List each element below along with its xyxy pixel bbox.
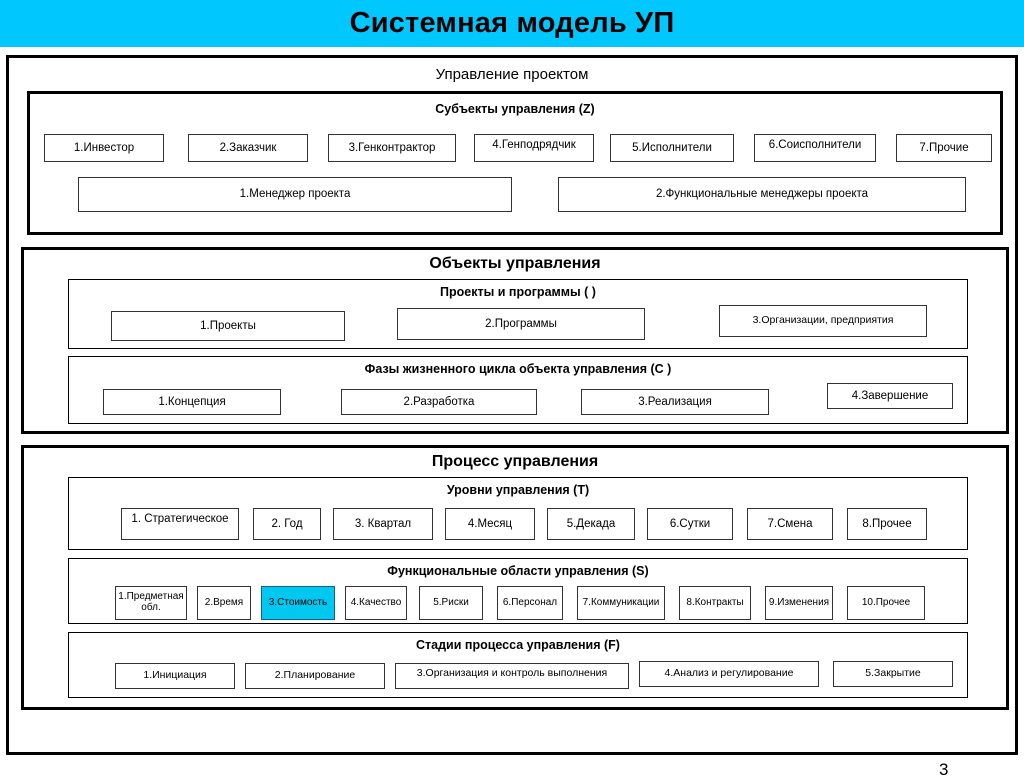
section-subjects-title: Субъекты управления (Z) xyxy=(435,102,595,116)
section-process-title: Процесс управления xyxy=(431,453,599,470)
phase-box-concept[interactable]: 1.Концепция xyxy=(103,389,281,415)
frame-title: Управление проектом xyxy=(435,66,589,83)
panel-management-levels: Уровни управления (Т) 1. Стратегическое … xyxy=(68,477,968,550)
area-box-communications[interactable]: 7.Коммуникации xyxy=(577,586,665,620)
level-box-year[interactable]: 2. Год xyxy=(253,508,321,540)
level-box-shift[interactable]: 7.Смена xyxy=(747,508,833,540)
level-box-quarter[interactable]: 3. Квартал xyxy=(333,508,433,540)
object-box-programs[interactable]: 2.Программы xyxy=(397,308,645,340)
subject-box-performers[interactable]: 5.Исполнители xyxy=(610,134,734,162)
section-objects: Объекты управления Проекты и программы (… xyxy=(21,247,1009,434)
object-box-organizations[interactable]: 3.Организации, предприятия xyxy=(719,305,927,337)
phase-box-development[interactable]: 2.Разработка xyxy=(341,389,537,415)
stage-box-organization-control[interactable]: 3.Организация и контроль выполнения xyxy=(395,663,629,689)
area-box-risks[interactable]: 5.Риски xyxy=(419,586,483,620)
area-box-personnel[interactable]: 6.Персонал xyxy=(497,586,563,620)
panel-projects-programs-title: Проекты и программы ( ) xyxy=(440,285,596,299)
panel-process-stages-title: Стадии процесса управления (F) xyxy=(416,638,620,652)
panel-functional-areas: Функциональные области управления (S) 1.… xyxy=(68,558,968,624)
subject-box-others[interactable]: 7.Прочие xyxy=(896,134,992,162)
title-banner: Системная модель УП xyxy=(0,0,1024,47)
area-box-other[interactable]: 10.Прочее xyxy=(847,586,925,620)
subject-box-co-performers[interactable]: 6.Соисполнители xyxy=(754,134,876,162)
page-title: Системная модель УП xyxy=(349,7,675,39)
level-box-month[interactable]: 4.Месяц xyxy=(445,508,535,540)
object-box-projects[interactable]: 1.Проекты xyxy=(111,311,345,341)
panel-lifecycle-phases-title: Фазы жизненного цикла объекта управления… xyxy=(364,362,672,376)
subject-box-functional-managers[interactable]: 2.Функциональные менеджеры проекта xyxy=(558,177,966,212)
section-subjects: Субъекты управления (Z) 1.Инвестор 2.Зак… xyxy=(27,91,1003,235)
panel-management-levels-title: Уровни управления (Т) xyxy=(446,483,590,497)
phase-box-implementation[interactable]: 3.Реализация xyxy=(581,389,769,415)
subject-box-project-manager[interactable]: 1.Менеджер проекта xyxy=(78,177,512,212)
subject-box-general-contractor[interactable]: 3.Генконтрактор xyxy=(328,134,456,162)
stage-box-closing[interactable]: 5.Закрытие xyxy=(833,661,953,687)
area-box-cost[interactable]: 3.Стоимость xyxy=(261,586,335,620)
subject-box-prime-contractor[interactable]: 4.Генподрядчик xyxy=(474,134,594,162)
area-box-changes[interactable]: 9.Изменения xyxy=(765,586,833,620)
subject-box-customer[interactable]: 2.Заказчик xyxy=(188,134,308,162)
phase-box-completion[interactable]: 4.Завершение xyxy=(827,383,953,409)
area-box-time[interactable]: 2.Время xyxy=(197,586,251,620)
slide-frame: Управление проектом Субъекты управления … xyxy=(6,55,1018,779)
area-box-scope[interactable]: 1.Предметная обл. xyxy=(115,586,187,620)
subject-box-investor[interactable]: 1.Инвестор xyxy=(44,134,164,162)
page-number: 3 xyxy=(939,760,949,779)
panel-process-stages: Стадии процесса управления (F) 1.Инициац… xyxy=(68,632,968,698)
panel-lifecycle-phases: Фазы жизненного цикла объекта управления… xyxy=(68,356,968,424)
stage-box-analysis-regulation[interactable]: 4.Анализ и регулирование xyxy=(639,661,819,687)
panel-projects-programs: Проекты и программы ( ) 1.Проекты 2.Прог… xyxy=(68,279,968,349)
level-box-decade[interactable]: 5.Декада xyxy=(547,508,635,540)
stage-box-initiation[interactable]: 1.Инициация xyxy=(115,663,235,689)
stage-box-planning[interactable]: 2.Планирование xyxy=(245,663,385,689)
area-box-contracts[interactable]: 8.Контракты xyxy=(679,586,751,620)
area-box-quality[interactable]: 4.Качество xyxy=(345,586,407,620)
section-process: Процесс управления Уровни управления (Т)… xyxy=(21,445,1009,710)
level-box-other[interactable]: 8.Прочее xyxy=(847,508,927,540)
level-box-day[interactable]: 6.Сутки xyxy=(647,508,733,540)
section-objects-title: Объекты управления xyxy=(429,255,601,272)
level-box-strategic[interactable]: 1. Стратегическое xyxy=(121,508,239,540)
panel-functional-areas-title: Функциональные области управления (S) xyxy=(387,564,649,578)
